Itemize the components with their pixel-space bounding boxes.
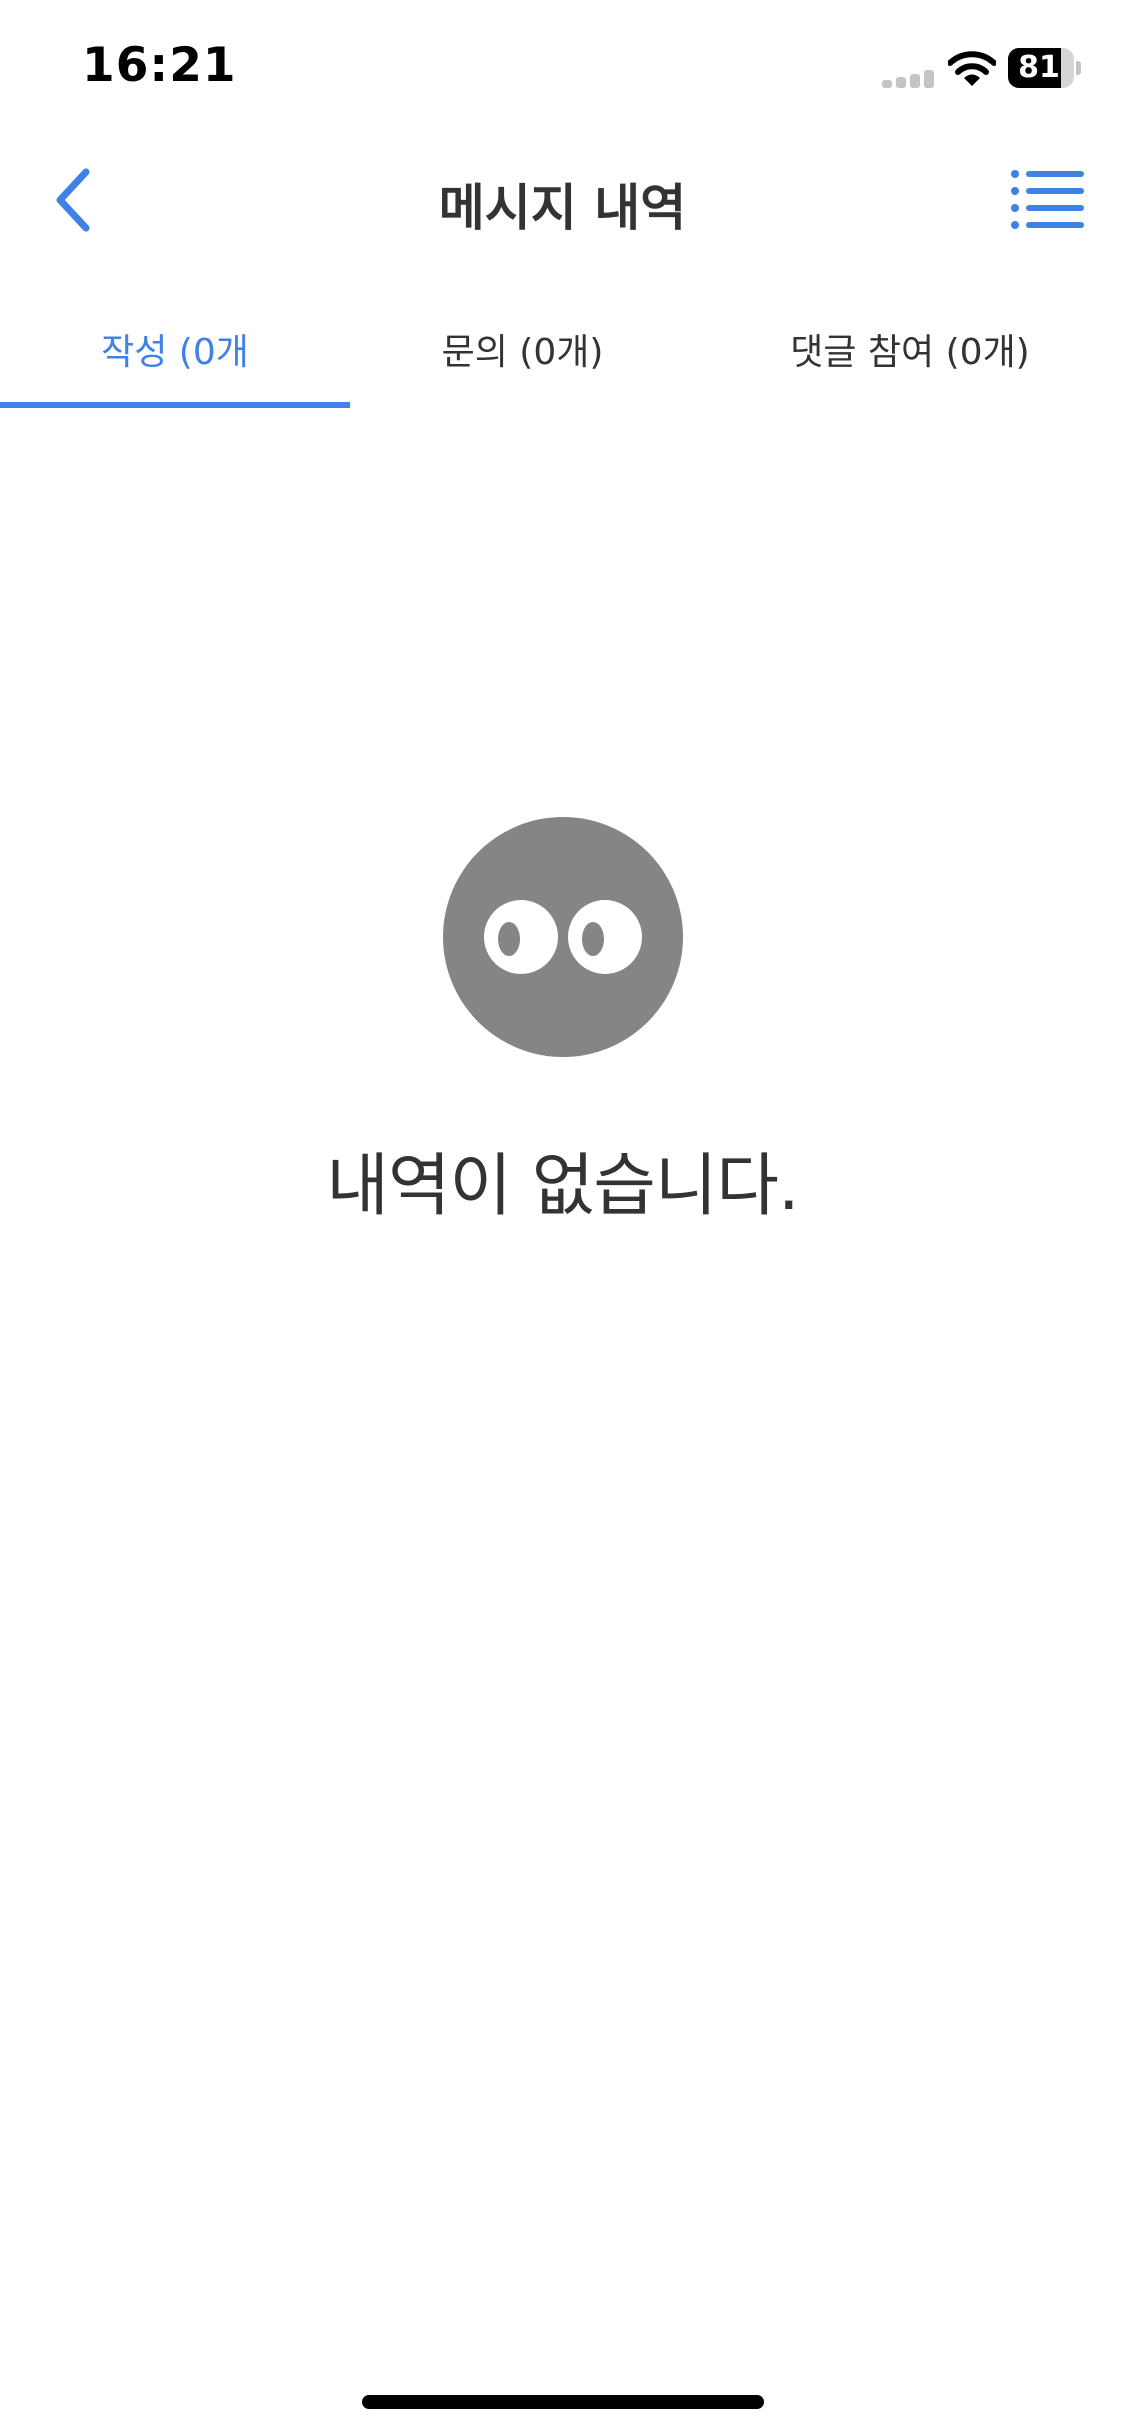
status-time: 16:21 bbox=[82, 38, 237, 93]
battery-body: 81 bbox=[1008, 48, 1074, 88]
tab-label: 문의 (0개) bbox=[441, 332, 604, 373]
status-bar: 16:21 81 bbox=[0, 0, 1125, 140]
tab-inquiry[interactable]: 문의 (0개) bbox=[350, 290, 695, 408]
tab-label: 댓글 참여 (0개) bbox=[790, 332, 1030, 373]
home-indicator[interactable] bbox=[362, 2395, 764, 2409]
wifi-icon bbox=[948, 51, 996, 86]
tab-comments[interactable]: 댓글 참여 (0개) bbox=[695, 290, 1125, 408]
battery-tip bbox=[1076, 61, 1081, 75]
tab-label: 작성 (0개 bbox=[101, 332, 249, 373]
header-bar: 메시지 내역 bbox=[0, 140, 1125, 260]
tab-written[interactable]: 작성 (0개 bbox=[0, 290, 350, 408]
empty-message: 내역이 없습니다. bbox=[326, 1147, 799, 1226]
cellular-signal-icon bbox=[882, 70, 936, 88]
list-icon bbox=[1011, 170, 1084, 229]
active-tab-indicator bbox=[0, 402, 350, 408]
menu-button[interactable] bbox=[1010, 162, 1086, 238]
eyes-face-icon bbox=[443, 817, 683, 1057]
tab-bar: 작성 (0개 문의 (0개) 댓글 참여 (0개) bbox=[0, 290, 1125, 408]
battery-icon: 81 bbox=[1008, 48, 1081, 88]
page-title: 메시지 내역 bbox=[438, 179, 687, 237]
battery-percent: 81 bbox=[1018, 50, 1060, 85]
